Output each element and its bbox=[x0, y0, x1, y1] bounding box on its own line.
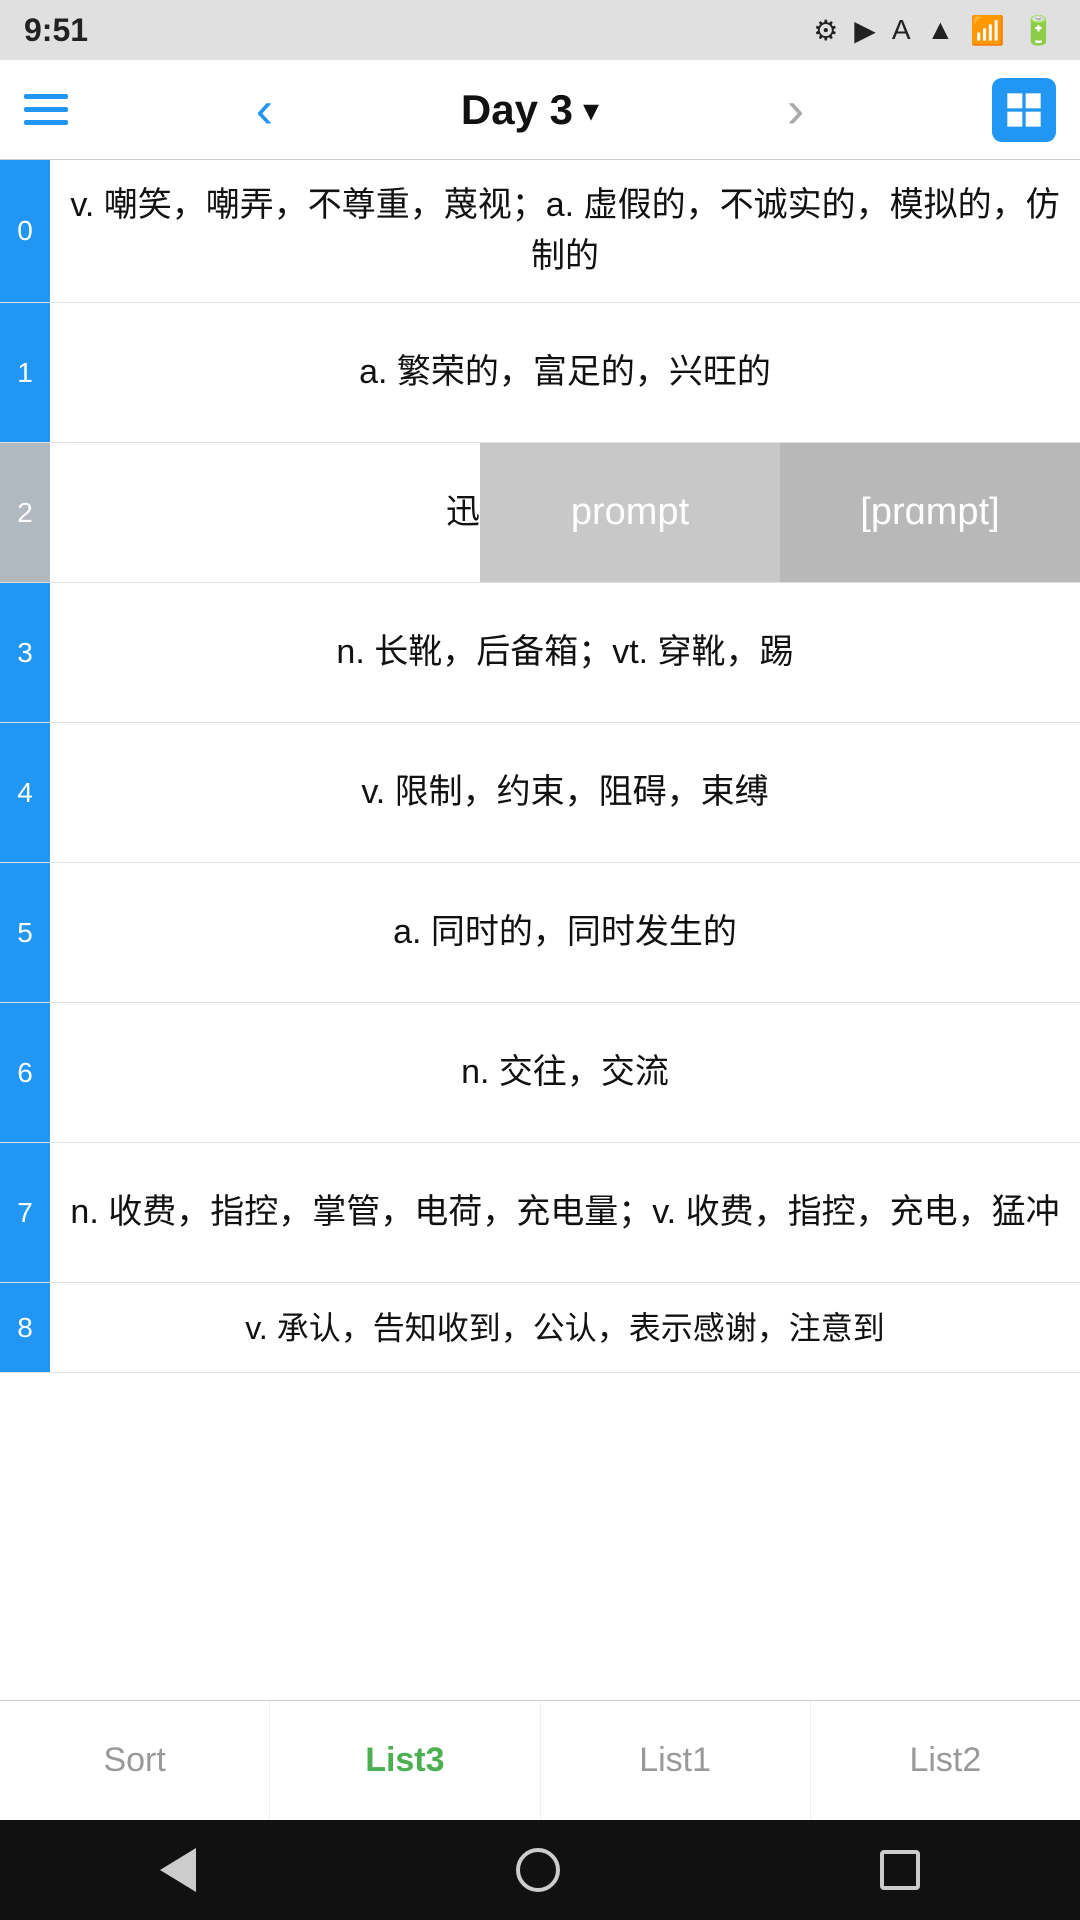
android-back-button[interactable] bbox=[160, 1848, 196, 1892]
word-index: 5 bbox=[0, 863, 50, 1002]
android-nav-bar bbox=[0, 1820, 1080, 1920]
android-recent-icon bbox=[880, 1850, 920, 1890]
tab-list1-label: List1 bbox=[639, 1741, 711, 1780]
popup-phonetic: [prɑmpt] bbox=[780, 443, 1080, 582]
word-definition: a. 同时的，同时发生的 bbox=[50, 863, 1080, 1002]
word-row[interactable]: 0 v. 嘲笑，嘲弄，不尊重，蔑视；a. 虚假的，不诚实的，模拟的，仿制的 bbox=[0, 160, 1080, 303]
android-back-icon bbox=[160, 1848, 196, 1892]
word-index: 6 bbox=[0, 1003, 50, 1142]
settings-icon: ⚙ bbox=[813, 14, 838, 47]
word-index: 2 bbox=[0, 443, 50, 582]
word-row[interactable]: 8 v. 承认，告知收到，公认，表示感谢，注意到 bbox=[0, 1283, 1080, 1373]
signal-icon: 📶 bbox=[970, 14, 1005, 47]
tab-sort[interactable]: Sort bbox=[0, 1701, 270, 1820]
android-recent-button[interactable] bbox=[880, 1850, 920, 1890]
tab-list2-label: List2 bbox=[909, 1741, 981, 1780]
word-definition: n. 收费，指控，掌管，电荷，充电量；v. 收费，指控，充电，猛冲 bbox=[50, 1143, 1080, 1282]
forward-button[interactable]: › bbox=[787, 84, 804, 136]
word-definition: v. 嘲笑，嘲弄，不尊重，蔑视；a. 虚假的，不诚实的，模拟的，仿制的 bbox=[50, 160, 1080, 302]
android-home-icon bbox=[516, 1848, 560, 1892]
play-icon: ▶ bbox=[854, 14, 876, 47]
day-title: Day 3 bbox=[461, 86, 573, 134]
tab-list3-label: List3 bbox=[365, 1741, 444, 1780]
word-row[interactable]: 5 a. 同时的，同时发生的 bbox=[0, 863, 1080, 1003]
word-row[interactable]: 7 n. 收费，指控，掌管，电荷，充电量；v. 收费，指控，充电，猛冲 bbox=[0, 1143, 1080, 1283]
status-icons: ⚙ ▶ A ▲ 📶 🔋 bbox=[813, 14, 1056, 47]
word-index: 0 bbox=[0, 160, 50, 302]
word-definition: v. 限制，约束，阻碍，束缚 bbox=[50, 723, 1080, 862]
popup-english-word: prompt bbox=[480, 443, 780, 582]
grid-icon bbox=[1004, 90, 1044, 130]
dropdown-icon: ▾ bbox=[583, 91, 599, 129]
word-index: 3 bbox=[0, 583, 50, 722]
tab-sort-label: Sort bbox=[103, 1741, 165, 1780]
android-home-button[interactable] bbox=[516, 1848, 560, 1892]
word-row[interactable]: 2 迅速的，及时的 prompt [prɑmpt] bbox=[0, 443, 1080, 583]
battery-icon: 🔋 bbox=[1021, 14, 1056, 47]
word-index: 4 bbox=[0, 723, 50, 862]
word-definition: n. 长靴，后备箱；vt. 穿靴，踢 bbox=[50, 583, 1080, 722]
word-definition: n. 交往，交流 bbox=[50, 1003, 1080, 1142]
word-index: 7 bbox=[0, 1143, 50, 1282]
tab-list3[interactable]: List3 bbox=[270, 1701, 540, 1820]
tab-list1[interactable]: List1 bbox=[541, 1701, 811, 1820]
font-icon: A bbox=[892, 14, 911, 46]
back-button[interactable]: ‹ bbox=[256, 84, 273, 136]
day-title-area[interactable]: Day 3 ▾ bbox=[461, 86, 599, 134]
tab-list2[interactable]: List2 bbox=[811, 1701, 1080, 1820]
word-row[interactable]: 3 n. 长靴，后备箱；vt. 穿靴，踢 bbox=[0, 583, 1080, 723]
word-row[interactable]: 6 n. 交往，交流 bbox=[0, 1003, 1080, 1143]
grid-view-button[interactable] bbox=[992, 78, 1056, 142]
menu-button[interactable] bbox=[24, 94, 68, 125]
word-popup[interactable]: prompt [prɑmpt] bbox=[480, 443, 1080, 582]
status-bar: 9:51 ⚙ ▶ A ▲ 📶 🔋 bbox=[0, 0, 1080, 60]
word-definition: v. 承认，告知收到，公认，表示感谢，注意到 bbox=[50, 1283, 1080, 1372]
word-list: 0 v. 嘲笑，嘲弄，不尊重，蔑视；a. 虚假的，不诚实的，模拟的，仿制的 1 … bbox=[0, 160, 1080, 1700]
word-row[interactable]: 1 a. 繁荣的，富足的，兴旺的 bbox=[0, 303, 1080, 443]
word-row[interactable]: 4 v. 限制，约束，阻碍，束缚 bbox=[0, 723, 1080, 863]
bottom-tab-bar: Sort List3 List1 List2 bbox=[0, 1700, 1080, 1820]
word-index: 1 bbox=[0, 303, 50, 442]
nav-bar: ‹ Day 3 ▾ › bbox=[0, 60, 1080, 160]
word-definition: a. 繁荣的，富足的，兴旺的 bbox=[50, 303, 1080, 442]
status-time: 9:51 bbox=[24, 12, 88, 49]
word-index: 8 bbox=[0, 1283, 50, 1372]
wifi-icon: ▲ bbox=[927, 14, 955, 46]
